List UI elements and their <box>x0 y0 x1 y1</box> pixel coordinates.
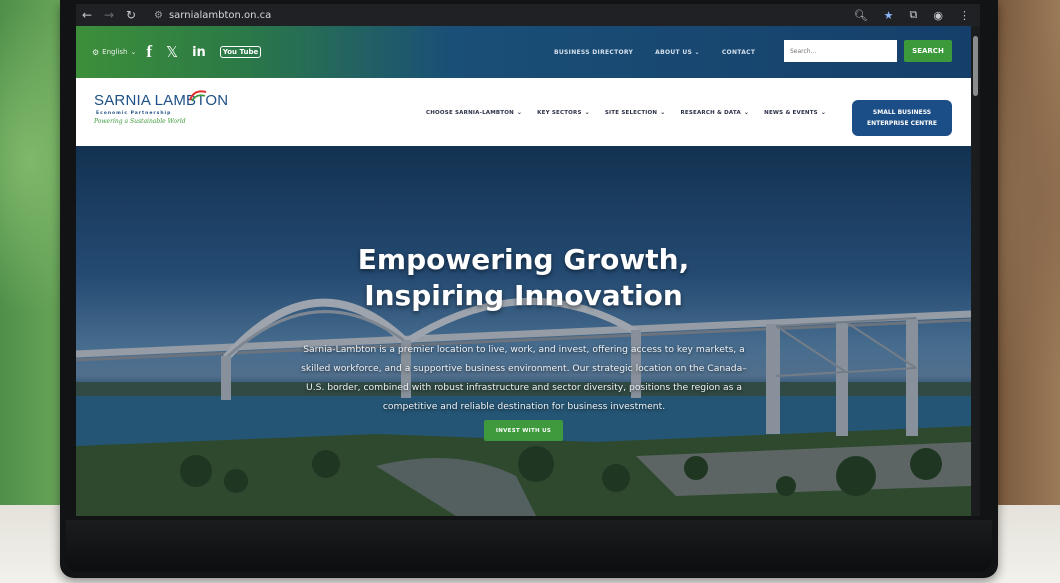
hero-title-line-1: Empowering Growth, <box>357 243 690 276</box>
main-nav: CHOOSE SARNIA-LAMBTON ⌄ KEY SECTORS ⌄ SITE… <box>426 78 826 146</box>
chevron-down-icon: ⌄ <box>694 48 700 56</box>
profile-icon[interactable]: ◉ <box>933 9 943 22</box>
search-input[interactable] <box>784 40 897 62</box>
nav-key-sectors[interactable]: KEY SECTORS ⌄ <box>537 109 590 116</box>
nav-news-events[interactable]: NEWS & EVENTS ⌄ <box>764 109 826 116</box>
invest-with-us-button[interactable]: INVEST WITH US <box>484 420 563 441</box>
utility-links: BUSINESS DIRECTORY ABOUT US ⌄ CONTACT <box>554 26 755 78</box>
nav-research-data[interactable]: RESEARCH & DATA ⌄ <box>680 109 749 116</box>
chevron-down-icon: ⌄ <box>743 108 750 116</box>
linkedin-icon[interactable]: in <box>192 45 206 60</box>
cta-line-2: ENTERPRISE CENTRE <box>866 120 938 127</box>
hero-title: Empowering Growth, Inspiring Innovation <box>76 242 971 314</box>
cta-line-1: SMALL BUSINESS <box>872 109 932 116</box>
nav-label: NEWS & EVENTS <box>764 109 818 116</box>
logo-swoosh-icon <box>189 90 207 102</box>
nav-label: SITE SELECTION <box>604 109 658 116</box>
back-icon[interactable]: ← <box>76 8 98 22</box>
facebook-icon[interactable]: f <box>146 42 152 62</box>
link-about-us-label: ABOUT US <box>655 48 693 56</box>
chevron-down-icon: ⌄ <box>584 108 590 116</box>
main-header: SARNIA LAMBTON Economic Partnership Powe… <box>76 78 971 146</box>
language-selector[interactable]: ⚙ English ⌄ <box>92 48 136 57</box>
language-label: English <box>102 48 128 56</box>
hero-description: Sarnia-Lambton is a premier location to … <box>301 344 747 412</box>
youtube-icon[interactable]: You Tube <box>219 46 262 58</box>
browser-toolbar: ← → ↻ ⚙ sarnialambton.on.ca 🔍︎ ★ ⧉ ◉ ⋮ <box>76 4 980 26</box>
chevron-down-icon: ⌄ <box>516 108 523 116</box>
menu-icon[interactable]: ⋮ <box>959 9 970 22</box>
search-button[interactable]: SEARCH <box>904 40 952 62</box>
link-about-us[interactable]: ABOUT US ⌄ <box>655 49 700 56</box>
hero-overlay <box>76 146 971 516</box>
browser-actions: 🔍︎ ★ ⧉ ◉ ⋮ <box>854 8 980 22</box>
star-icon[interactable]: ★ <box>884 9 894 22</box>
scrollbar-thumb[interactable] <box>973 36 978 96</box>
nav-site-selection[interactable]: SITE SELECTION ⌄ <box>605 109 666 116</box>
link-business-directory[interactable]: BUSINESS DIRECTORY <box>554 49 633 56</box>
logo-subtitle: Economic Partnership <box>96 111 172 116</box>
logo-tagline: Powering a Sustainable World <box>94 118 186 125</box>
nav-label: KEY SECTORS <box>537 109 582 116</box>
page-viewport: ⚙ English ⌄ f 𝕏 in You Tube BUSINESS DIR… <box>76 26 980 516</box>
nav-choose-sarnia-lambton[interactable]: CHOOSE SARNIA-LAMBTON ⌄ <box>426 109 522 116</box>
site-logo[interactable]: SARNIA LAMBTON Economic Partnership Powe… <box>94 90 244 136</box>
chevron-down-icon: ⌄ <box>660 108 666 116</box>
url-text: sarnialambton.on.ca <box>168 9 272 21</box>
link-contact[interactable]: CONTACT <box>722 49 755 56</box>
hero-title-line-2: Inspiring Innovation <box>364 279 683 312</box>
zoom-icon[interactable]: 🔍︎ <box>854 9 868 22</box>
address-bar[interactable]: ⚙ sarnialambton.on.ca <box>146 6 786 24</box>
hero-section: Empowering Growth, Inspiring Innovation … <box>76 146 971 516</box>
logo-wordmark: SARNIA LAMBTON <box>94 92 229 109</box>
laptop-bezel <box>66 520 992 572</box>
extensions-icon[interactable]: ⧉ <box>910 8 918 22</box>
reload-icon[interactable]: ↻ <box>120 8 142 22</box>
nav-label: RESEARCH & DATA <box>680 109 741 116</box>
forward-icon[interactable]: → <box>98 8 120 22</box>
small-business-enterprise-centre-button[interactable]: SMALL BUSINESS ENTERPRISE CENTRE <box>852 100 952 136</box>
chevron-down-icon: ⌄ <box>130 48 137 56</box>
x-icon[interactable]: 𝕏 <box>166 43 178 61</box>
nav-label: CHOOSE SARNIA-LAMBTON <box>426 109 514 116</box>
chevron-down-icon: ⌄ <box>820 108 827 116</box>
globe-icon: ⚙ <box>92 47 100 57</box>
social-links: f 𝕏 in You Tube <box>146 42 262 62</box>
site-info-icon[interactable]: ⚙ <box>154 10 163 21</box>
page-scrollbar[interactable] <box>971 26 980 516</box>
